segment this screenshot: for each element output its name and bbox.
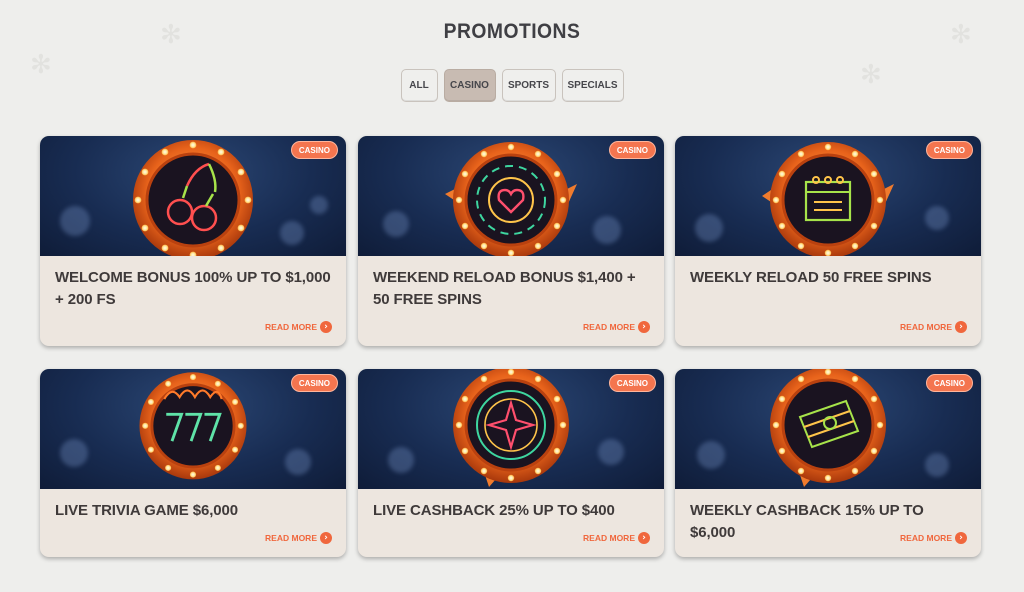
promo-title: WEEKEND RELOAD BONUS $1,400 + 50 FREE SP…: [373, 269, 636, 308]
arrow-right-icon: ›: [320, 321, 332, 333]
promo-banner: CASINO: [358, 136, 664, 256]
filter-sports-button[interactable]: SPORTS: [501, 69, 556, 102]
calendar-icon: [762, 142, 894, 256]
seven-seven-seven-icon: [139, 372, 247, 480]
chip-heart-icon: [445, 142, 577, 256]
casino-badge: CASINO: [290, 141, 338, 159]
page-title: PROMOTIONS: [443, 20, 581, 43]
promo-banner: CASINO: [675, 369, 981, 489]
read-more-label: READ MORE: [265, 322, 317, 332]
arrow-right-icon: ›: [638, 532, 650, 544]
promo-card[interactable]: CASINO LIVE TRIVIA GAME $6,000 READ MORE…: [40, 369, 346, 557]
promo-title: LIVE TRIVIA GAME $6,000: [55, 502, 239, 519]
read-more-link[interactable]: READ MORE ›: [265, 321, 332, 333]
promo-card[interactable]: CASINO WEEKLY RELOAD 50 FREE SPINS READ …: [675, 136, 981, 346]
promo-banner: CASINO: [40, 136, 346, 256]
filter-all-button[interactable]: ALL: [400, 69, 438, 102]
filter-specials-button[interactable]: SPECIALS: [561, 69, 624, 102]
arrow-right-icon: ›: [955, 321, 967, 333]
arrow-right-icon: ›: [320, 532, 332, 544]
read-more-label: READ MORE: [583, 533, 635, 543]
casino-badge: CASINO: [608, 374, 656, 392]
filter-bar: ALL CASINO SPORTS SPECIALS: [0, 69, 1024, 102]
money-stack-icon: [770, 369, 886, 487]
casino-badge: CASINO: [925, 374, 973, 392]
promo-banner: CASINO: [40, 369, 346, 489]
read-more-link[interactable]: READ MORE ›: [265, 532, 332, 544]
read-more-link[interactable]: READ MORE ›: [583, 532, 650, 544]
casino-badge: CASINO: [608, 141, 656, 159]
promo-card[interactable]: CASINO WEEKLY CASHBACK 15% UP TO $6,000 …: [675, 369, 981, 557]
arrow-right-icon: ›: [955, 532, 967, 544]
casino-badge: CASINO: [290, 374, 338, 392]
promo-card[interactable]: CASINO WELCOME BONUS 100% UP TO $1,000 +…: [40, 136, 346, 346]
promo-title: WEEKLY RELOAD 50 FREE SPINS: [690, 269, 932, 286]
read-more-label: READ MORE: [900, 533, 952, 543]
promo-title: LIVE CASHBACK 25% UP TO $400: [373, 502, 615, 519]
read-more-label: READ MORE: [900, 322, 952, 332]
filter-casino-button[interactable]: CASINO: [443, 69, 496, 102]
promo-title: WELCOME BONUS 100% UP TO $1,000 + 200 FS: [55, 269, 331, 308]
read-more-link[interactable]: READ MORE ›: [583, 321, 650, 333]
arrow-right-icon: ›: [638, 321, 650, 333]
promo-card[interactable]: CASINO LIVE CASHBACK 25% UP TO $400 READ…: [358, 369, 664, 557]
promo-banner: CASINO: [675, 136, 981, 256]
promo-card[interactable]: CASINO WEEKEND RELOAD BONUS $1,400 + 50 …: [358, 136, 664, 346]
cherries-icon: [133, 140, 253, 256]
roulette-icon: [453, 369, 569, 487]
read-more-link[interactable]: READ MORE ›: [900, 321, 967, 333]
casino-badge: CASINO: [925, 141, 973, 159]
read-more-label: READ MORE: [583, 322, 635, 332]
read-more-link[interactable]: READ MORE ›: [900, 532, 967, 544]
read-more-label: READ MORE: [265, 533, 317, 543]
promo-banner: CASINO: [358, 369, 664, 489]
